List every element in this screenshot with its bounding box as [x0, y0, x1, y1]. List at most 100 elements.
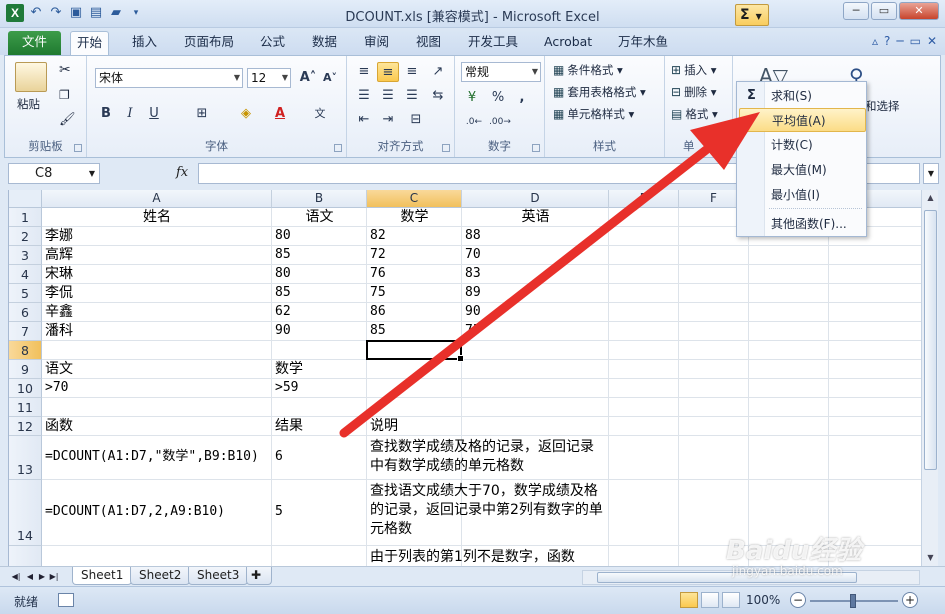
row-header-14[interactable]: 14: [9, 480, 42, 546]
column-header-e[interactable]: E: [609, 190, 679, 208]
grow-font-icon[interactable]: A˄: [297, 68, 319, 88]
phonetic-icon[interactable]: 文: [309, 104, 331, 124]
cell-b7[interactable]: 90: [272, 322, 291, 340]
italic-button[interactable]: I: [119, 104, 141, 124]
next-sheet-icon[interactable]: ▶: [36, 570, 48, 584]
row-header-3[interactable]: 3: [9, 246, 42, 265]
minimize-ribbon-icon[interactable]: ▵: [872, 34, 878, 48]
cell-a10[interactable]: >70: [42, 379, 68, 397]
sheet-tab-3[interactable]: Sheet3: [188, 567, 249, 585]
insert-cells-button[interactable]: ⊞ 插入 ▾: [671, 62, 717, 78]
column-header-b[interactable]: B: [272, 190, 367, 208]
row-header-5[interactable]: 5: [9, 284, 42, 303]
tab-data[interactable]: 数据: [306, 31, 343, 55]
vertical-scroll-thumb[interactable]: [924, 210, 937, 470]
borders-icon[interactable]: ⊞: [191, 104, 213, 124]
increase-decimal-icon[interactable]: .0←: [463, 112, 485, 132]
decrease-decimal-icon[interactable]: .00→: [489, 112, 511, 132]
close-button[interactable]: ✕: [899, 2, 939, 20]
number-dialog-launcher[interactable]: [532, 144, 540, 152]
tab-view[interactable]: 视图: [410, 31, 447, 55]
align-bottom-icon[interactable]: ≡: [401, 62, 423, 82]
align-middle-icon[interactable]: ≡: [377, 62, 399, 82]
tab-insert[interactable]: 插入: [126, 31, 163, 55]
cell-styles-button[interactable]: ▦ 单元格样式 ▾: [553, 106, 634, 122]
font-color-icon[interactable]: A: [269, 104, 291, 124]
cell-d4[interactable]: 83: [462, 265, 481, 283]
last-sheet-icon[interactable]: ▶|: [48, 570, 60, 584]
comma-button[interactable]: ,: [511, 88, 533, 108]
autosum-menu-item-0[interactable]: Σ 求和(S): [739, 84, 866, 108]
shrink-font-icon[interactable]: A˅: [319, 68, 341, 88]
sheet-tab-1[interactable]: Sheet1: [72, 567, 133, 585]
zoom-slider-thumb[interactable]: [850, 594, 856, 608]
workbook-close-icon[interactable]: ✕: [927, 34, 937, 48]
tab-developer[interactable]: 开发工具: [462, 31, 524, 55]
cell-a13[interactable]: =DCOUNT(A1:D7,"数学",B9:B10): [42, 448, 259, 466]
row-header-2[interactable]: 2: [9, 227, 42, 246]
workbook-restore-icon[interactable]: ▭: [910, 34, 921, 48]
cell-c1[interactable]: 数学: [367, 208, 462, 226]
cell-c15[interactable]: 由于列表的第1列不是数字，函数: [367, 548, 607, 566]
row-header-7[interactable]: 7: [9, 322, 42, 341]
active-cell-selection[interactable]: [366, 340, 464, 362]
cell-c13[interactable]: 查找数学成绩及格的记录，返回记录中有数学成绩的单元格数: [367, 438, 607, 476]
maximize-button[interactable]: ▭: [871, 2, 897, 20]
zoom-out-icon[interactable]: −: [790, 592, 806, 608]
row-header-12[interactable]: 12: [9, 417, 42, 436]
tab-wannian-muyu[interactable]: 万年木鱼: [612, 31, 674, 55]
align-right-icon[interactable]: ☰: [401, 86, 423, 106]
cell-d6[interactable]: 90: [462, 303, 481, 321]
insert-sheet-icon[interactable]: ✚: [246, 567, 272, 585]
cell-c14[interactable]: 查找语文成绩大于70，数学成绩及格的记录，返回记录中第2列有数字的单元格数: [367, 482, 607, 539]
cell-b13[interactable]: 6: [272, 448, 283, 466]
cell-a2[interactable]: 李娜: [42, 227, 73, 245]
align-center-icon[interactable]: ☰: [377, 86, 399, 106]
autosum-menu-item-1[interactable]: 平均值(A): [739, 108, 866, 132]
fill-color-icon[interactable]: ◈: [235, 104, 257, 124]
autosum-button[interactable]: Σ ▼: [735, 4, 769, 26]
cell-a7[interactable]: 潘科: [42, 322, 73, 340]
cell-c2[interactable]: 82: [367, 227, 386, 245]
cell-b14[interactable]: 5: [272, 503, 283, 521]
first-sheet-icon[interactable]: ◀|: [10, 570, 22, 584]
conditional-formatting-button[interactable]: ▦ 条件格式 ▾: [553, 62, 623, 78]
autosum-menu-item-4[interactable]: 最小值(I): [739, 183, 866, 207]
tab-file[interactable]: 文件: [8, 31, 62, 55]
merge-center-icon[interactable]: ⊟: [405, 110, 427, 130]
cell-a5[interactable]: 李侃: [42, 284, 73, 302]
align-top-icon[interactable]: ≡: [353, 62, 375, 82]
delete-cells-button[interactable]: ⊟ 删除 ▾: [671, 84, 717, 100]
scroll-up-icon[interactable]: ▲: [922, 190, 939, 206]
cell-c5[interactable]: 75: [367, 284, 386, 302]
underline-button[interactable]: U: [143, 104, 165, 124]
vertical-scrollbar[interactable]: ▲ ▼: [921, 190, 938, 566]
tab-formulas[interactable]: 公式: [254, 31, 291, 55]
insert-function-icon[interactable]: fx: [176, 165, 188, 180]
cell-b2[interactable]: 80: [272, 227, 291, 245]
tab-page-layout[interactable]: 页面布局: [178, 31, 240, 55]
cell-a4[interactable]: 宋琳: [42, 265, 73, 283]
align-left-icon[interactable]: ☰: [353, 86, 375, 106]
cell-a3[interactable]: 高辉: [42, 246, 73, 264]
currency-icon[interactable]: ¥: [461, 88, 483, 108]
cell-a1[interactable]: 姓名: [42, 208, 272, 226]
paste-icon[interactable]: [15, 62, 47, 92]
alignment-dialog-launcher[interactable]: [442, 144, 450, 152]
column-header-c[interactable]: C: [367, 190, 462, 208]
font-dialog-launcher[interactable]: [334, 144, 342, 152]
cell-d3[interactable]: 70: [462, 246, 481, 264]
cell-c12[interactable]: 说明: [367, 417, 398, 435]
cell-c3[interactable]: 72: [367, 246, 386, 264]
format-painter-icon[interactable]: 🖌: [59, 112, 76, 127]
normal-view-icon[interactable]: [680, 592, 698, 608]
row-header-13[interactable]: 13: [9, 436, 42, 480]
row-header-10[interactable]: 10: [9, 379, 42, 398]
percent-button[interactable]: %: [487, 88, 509, 108]
select-all-corner[interactable]: [9, 190, 42, 208]
sheet-tab-2[interactable]: Sheet2: [130, 567, 191, 585]
tab-review[interactable]: 审阅: [358, 31, 395, 55]
row-header-1[interactable]: 1: [9, 208, 42, 227]
cell-b6[interactable]: 62: [272, 303, 291, 321]
font-name-select[interactable]: 宋体 ▼: [95, 68, 243, 88]
